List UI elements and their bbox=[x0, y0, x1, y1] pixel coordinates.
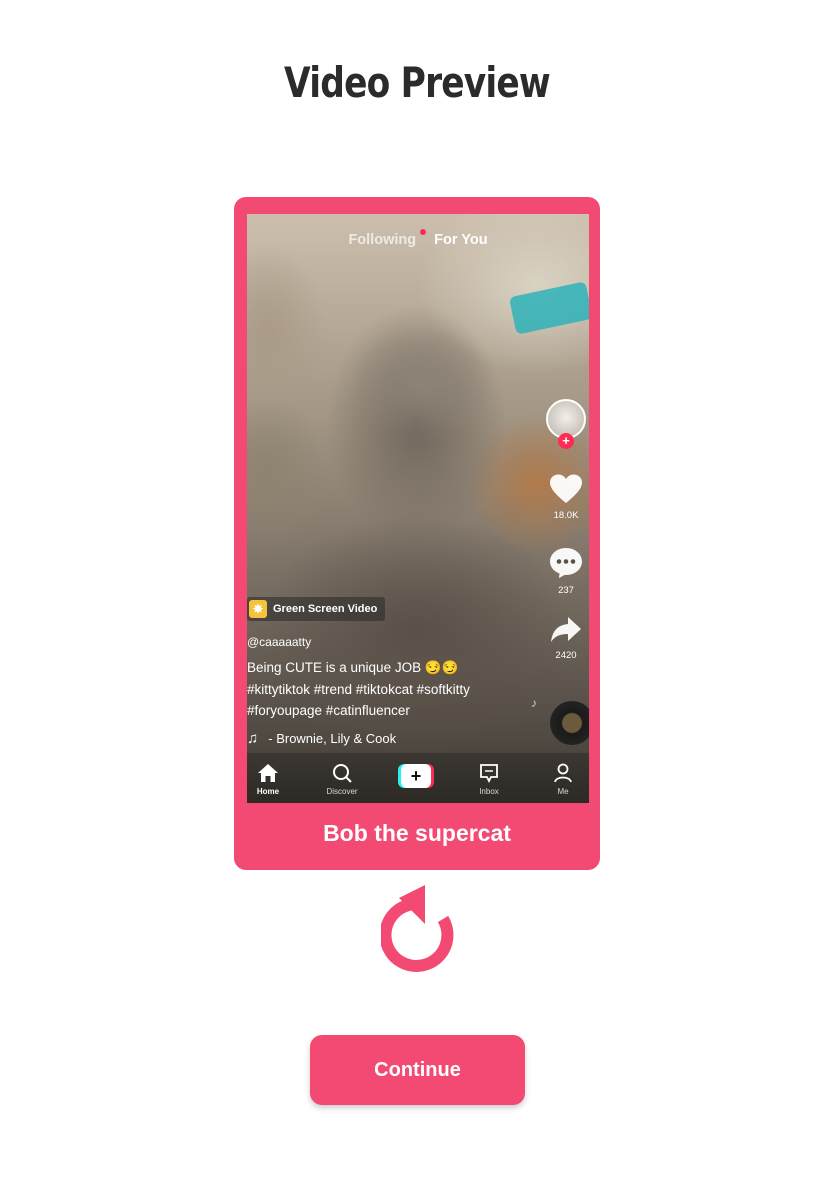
effect-badge-label: Green Screen Video bbox=[273, 603, 378, 615]
share-icon bbox=[551, 617, 581, 642]
add-video-icon: + bbox=[398, 764, 434, 788]
caption-line: Being CUTE is a unique JOB 😏😏 bbox=[247, 660, 459, 675]
video-title: Bob the supercat bbox=[323, 820, 511, 846]
search-icon bbox=[333, 764, 352, 783]
hashtags-line[interactable]: #foryoupage #catinfluencer bbox=[247, 700, 547, 722]
replay-icon bbox=[379, 885, 454, 972]
home-icon bbox=[258, 764, 278, 782]
music-title: - Brownie, Lily & Cook bbox=[268, 730, 397, 746]
heart-icon bbox=[550, 474, 582, 503]
comment-button[interactable]: 237 bbox=[543, 547, 589, 596]
continue-button[interactable]: Continue bbox=[310, 1035, 525, 1105]
share-count: 2420 bbox=[555, 650, 577, 661]
inbox-icon bbox=[480, 764, 498, 784]
tab-following[interactable]: Following bbox=[348, 229, 427, 248]
hashtags-line[interactable]: #kittytiktok #trend #tiktokcat #softkitt… bbox=[247, 679, 547, 701]
effect-badge[interactable]: ✸ Green Screen Video bbox=[247, 597, 386, 621]
sparkle-icon: ✸ bbox=[249, 600, 267, 618]
video-preview-card: Following For You + 18.0K 237 2420 ✸ Gre… bbox=[234, 197, 600, 870]
replay-button[interactable] bbox=[379, 882, 461, 974]
nav-add[interactable]: + bbox=[386, 763, 446, 790]
like-button[interactable]: 18.0K bbox=[543, 474, 589, 521]
tab-for-you[interactable]: For You bbox=[434, 232, 487, 248]
tiktok-preview-screen[interactable]: Following For You + 18.0K 237 2420 ✸ Gre… bbox=[247, 214, 589, 803]
background-phone-object bbox=[508, 281, 589, 335]
nav-inbox[interactable]: Inbox bbox=[459, 763, 519, 796]
username[interactable]: @caaaaatty bbox=[247, 635, 547, 649]
follow-plus-icon[interactable]: + bbox=[558, 433, 574, 449]
music-notes-icon: ♪ bbox=[531, 696, 537, 710]
nav-discover[interactable]: Discover bbox=[312, 763, 372, 796]
video-caption: Being CUTE is a unique JOB 😏😏 #kittytikt… bbox=[247, 657, 547, 722]
profile-icon bbox=[554, 763, 572, 783]
share-button[interactable]: 2420 bbox=[543, 616, 589, 661]
nav-me[interactable]: Me bbox=[533, 763, 589, 796]
live-dot bbox=[420, 229, 427, 235]
comment-count: 237 bbox=[558, 585, 574, 596]
video-info: ✸ Green Screen Video @caaaaatty Being CU… bbox=[247, 597, 547, 747]
comment-icon bbox=[550, 548, 582, 578]
like-count: 18.0K bbox=[553, 510, 579, 521]
music-info[interactable]: ♫ - Brownie, Lily & Cook bbox=[247, 730, 547, 747]
music-disc[interactable] bbox=[550, 701, 589, 745]
bottom-nav: Home Discover + Inbox Me bbox=[247, 753, 589, 803]
page-title: Video Preview bbox=[284, 58, 551, 107]
feed-tabs: Following For You bbox=[247, 229, 589, 248]
nav-home[interactable]: Home bbox=[247, 763, 298, 796]
music-note-icon: ♫ bbox=[247, 729, 259, 747]
